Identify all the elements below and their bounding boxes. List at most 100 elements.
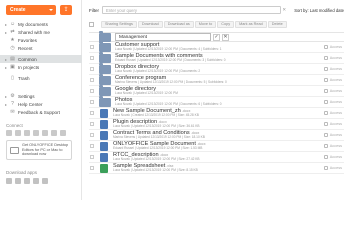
windows-icon[interactable]: [6, 178, 12, 184]
cloud-service-icon[interactable]: [6, 130, 12, 136]
apps-title: Download apps: [6, 170, 38, 175]
row-checkbox[interactable]: [90, 100, 94, 104]
apple-icon[interactable]: [15, 178, 21, 184]
sidebar-item-help[interactable]: ▸ ? Help Center: [0, 100, 82, 108]
cancel-icon[interactable]: ✕: [222, 33, 229, 41]
row-checkbox[interactable]: [90, 133, 94, 137]
connect-title: Connect: [6, 123, 23, 128]
cloud-service-icon[interactable]: [60, 130, 66, 136]
lock-icon: [323, 89, 328, 93]
file-row[interactable]: RTCC_description.docx Luca Novak | Update…: [89, 152, 344, 163]
lock-icon: [323, 111, 328, 115]
access-button[interactable]: Access: [323, 100, 342, 104]
folder-icon: [99, 41, 111, 52]
download-as-button[interactable]: Download as: [163, 20, 194, 28]
sidebar-item-label: Favorites: [18, 37, 37, 43]
folder-row[interactable]: Photos Luca Novak | Updated 12/13/2019 12…: [89, 96, 344, 108]
ios-icon[interactable]: [42, 178, 48, 184]
file-row[interactable]: ONLYOFFICE Sample Document.docx Eduard Ru…: [89, 141, 344, 152]
folder-row[interactable]: Dropbox directory Luca Novak | Updated 12…: [89, 63, 344, 75]
filter-bar: Filter Enter your query ✕ Sort by: Last …: [89, 5, 344, 15]
mark-as-read-button[interactable]: Mark as Read: [235, 20, 267, 28]
row-checkbox[interactable]: [90, 155, 94, 159]
cloud-service-icon[interactable]: [51, 130, 57, 136]
android-icon[interactable]: [33, 178, 39, 184]
row-info: Photos Luca Novak | Updated 12/13/2019 12…: [115, 97, 222, 107]
access-button[interactable]: Access: [323, 133, 342, 137]
lock-icon: [323, 56, 328, 60]
folder-icon: [99, 74, 111, 85]
row-checkbox[interactable]: [90, 45, 94, 49]
folder-row[interactable]: Customer support Luca Novak | Updated 12/…: [89, 41, 344, 53]
sidebar-item-my-documents[interactable]: ▸ ☺ My documents: [0, 20, 82, 28]
linux-icon[interactable]: [24, 178, 30, 184]
row-meta: Luca Novak | Created 12/13/2019 12:00 PM…: [113, 113, 199, 118]
sidebar-item-favorites[interactable]: ★ Favorites: [0, 36, 82, 44]
cloud-service-icon[interactable]: [33, 130, 39, 136]
download-button[interactable]: Download: [137, 20, 163, 28]
main-content: Filter Enter your query ✕ Sort by: Last …: [83, 0, 350, 200]
chat-icon: ✉: [10, 109, 15, 115]
filter-input[interactable]: Enter your query: [102, 6, 282, 14]
file-list: Customer support Luca Novak | Updated 12/…: [89, 41, 344, 174]
sidebar-item-shared[interactable]: ▸ ⇄ Shared with me: [0, 28, 82, 36]
file-row[interactable]: Plugin description.docx Luca Novak | Upda…: [89, 119, 344, 130]
access-button[interactable]: Access: [323, 144, 342, 148]
sort-dropdown[interactable]: Sort by: Last modified date: [294, 8, 344, 13]
sidebar-item-feedback[interactable]: ✉ Feedback & Support: [0, 108, 82, 116]
sidebar-item-settings[interactable]: ▸ ⚙ Settings: [0, 92, 82, 100]
row-info: ONLYOFFICE Sample Document.docx Eduard Ru…: [113, 141, 206, 151]
access-button[interactable]: Access: [323, 166, 342, 170]
row-checkbox[interactable]: [90, 67, 94, 71]
sidebar-item-trash[interactable]: ▯ Trash: [0, 74, 82, 82]
cloud-service-icon[interactable]: [24, 130, 30, 136]
sharing-settings-button[interactable]: Sharing Settings: [101, 20, 137, 28]
access-button[interactable]: Access: [323, 45, 342, 49]
access-button[interactable]: Access: [323, 155, 342, 159]
access-button[interactable]: Access: [323, 67, 342, 71]
folder-row[interactable]: Google directory Luca Novak | Updated 12/…: [89, 85, 344, 97]
access-label: Access: [329, 144, 342, 148]
file-row[interactable]: Sample Spreadsheet.xlsx Luca Novak | Upda…: [89, 163, 344, 174]
row-checkbox[interactable]: [90, 56, 94, 60]
confirm-icon[interactable]: ✓: [213, 33, 220, 41]
close-icon[interactable]: ✕: [282, 7, 286, 13]
row-meta: Luca Novak | Updated 12/13/2019 12:00 PM…: [115, 47, 222, 52]
folder-name-input[interactable]: Management: [115, 33, 211, 41]
row-checkbox[interactable]: [90, 89, 94, 93]
copy-button[interactable]: Copy: [217, 20, 235, 28]
row-checkbox[interactable]: [90, 122, 94, 126]
user-icon: ☺: [9, 21, 16, 27]
access-button[interactable]: Access: [323, 122, 342, 126]
access-button[interactable]: Access: [323, 78, 342, 82]
sidebar-item-projects[interactable]: ▸ ▣ In projects: [0, 63, 82, 71]
sidebar-item-common[interactable]: ▸ ▤ Common: [0, 55, 82, 63]
delete-button[interactable]: Delete: [267, 20, 287, 28]
access-button[interactable]: Access: [323, 111, 342, 115]
create-button[interactable]: Create: [6, 5, 56, 15]
row-checkbox[interactable]: [90, 111, 94, 115]
cloud-service-icon[interactable]: [42, 130, 48, 136]
access-label: Access: [329, 56, 342, 60]
file-row[interactable]: New Sample Document_zh.docx Luca Novak | …: [89, 108, 344, 119]
document-icon: [100, 130, 108, 140]
select-all-checkbox[interactable]: [89, 21, 94, 27]
sidebar-item-recent[interactable]: ◷ Recent: [0, 44, 82, 52]
create-label: Create: [10, 7, 26, 13]
row-checkbox[interactable]: [90, 78, 94, 82]
row-checkbox[interactable]: [90, 166, 94, 170]
file-row[interactable]: Contract Terms and Conditions.docx Marina…: [89, 130, 344, 141]
clock-icon: ◷: [10, 45, 15, 51]
cloud-service-icon[interactable]: [15, 130, 21, 136]
folder-row[interactable]: Sample Documents with comments Eduard Rus…: [89, 52, 344, 64]
folder-name-value: Management: [119, 34, 147, 40]
upload-button[interactable]: ⇪: [60, 5, 72, 15]
desktop-editors-promo[interactable]: Get ONLYOFFICE Desktop Editors for PC or…: [6, 140, 72, 160]
folder-icon: [99, 96, 111, 107]
access-button[interactable]: Access: [323, 56, 342, 60]
access-button[interactable]: Access: [323, 89, 342, 93]
folder-row[interactable]: Conference program Marina Stevens | Updat…: [89, 74, 344, 86]
move-to-button[interactable]: Move to: [194, 20, 217, 28]
row-checkbox[interactable]: [90, 144, 94, 148]
trash-icon: ▯: [11, 75, 14, 81]
